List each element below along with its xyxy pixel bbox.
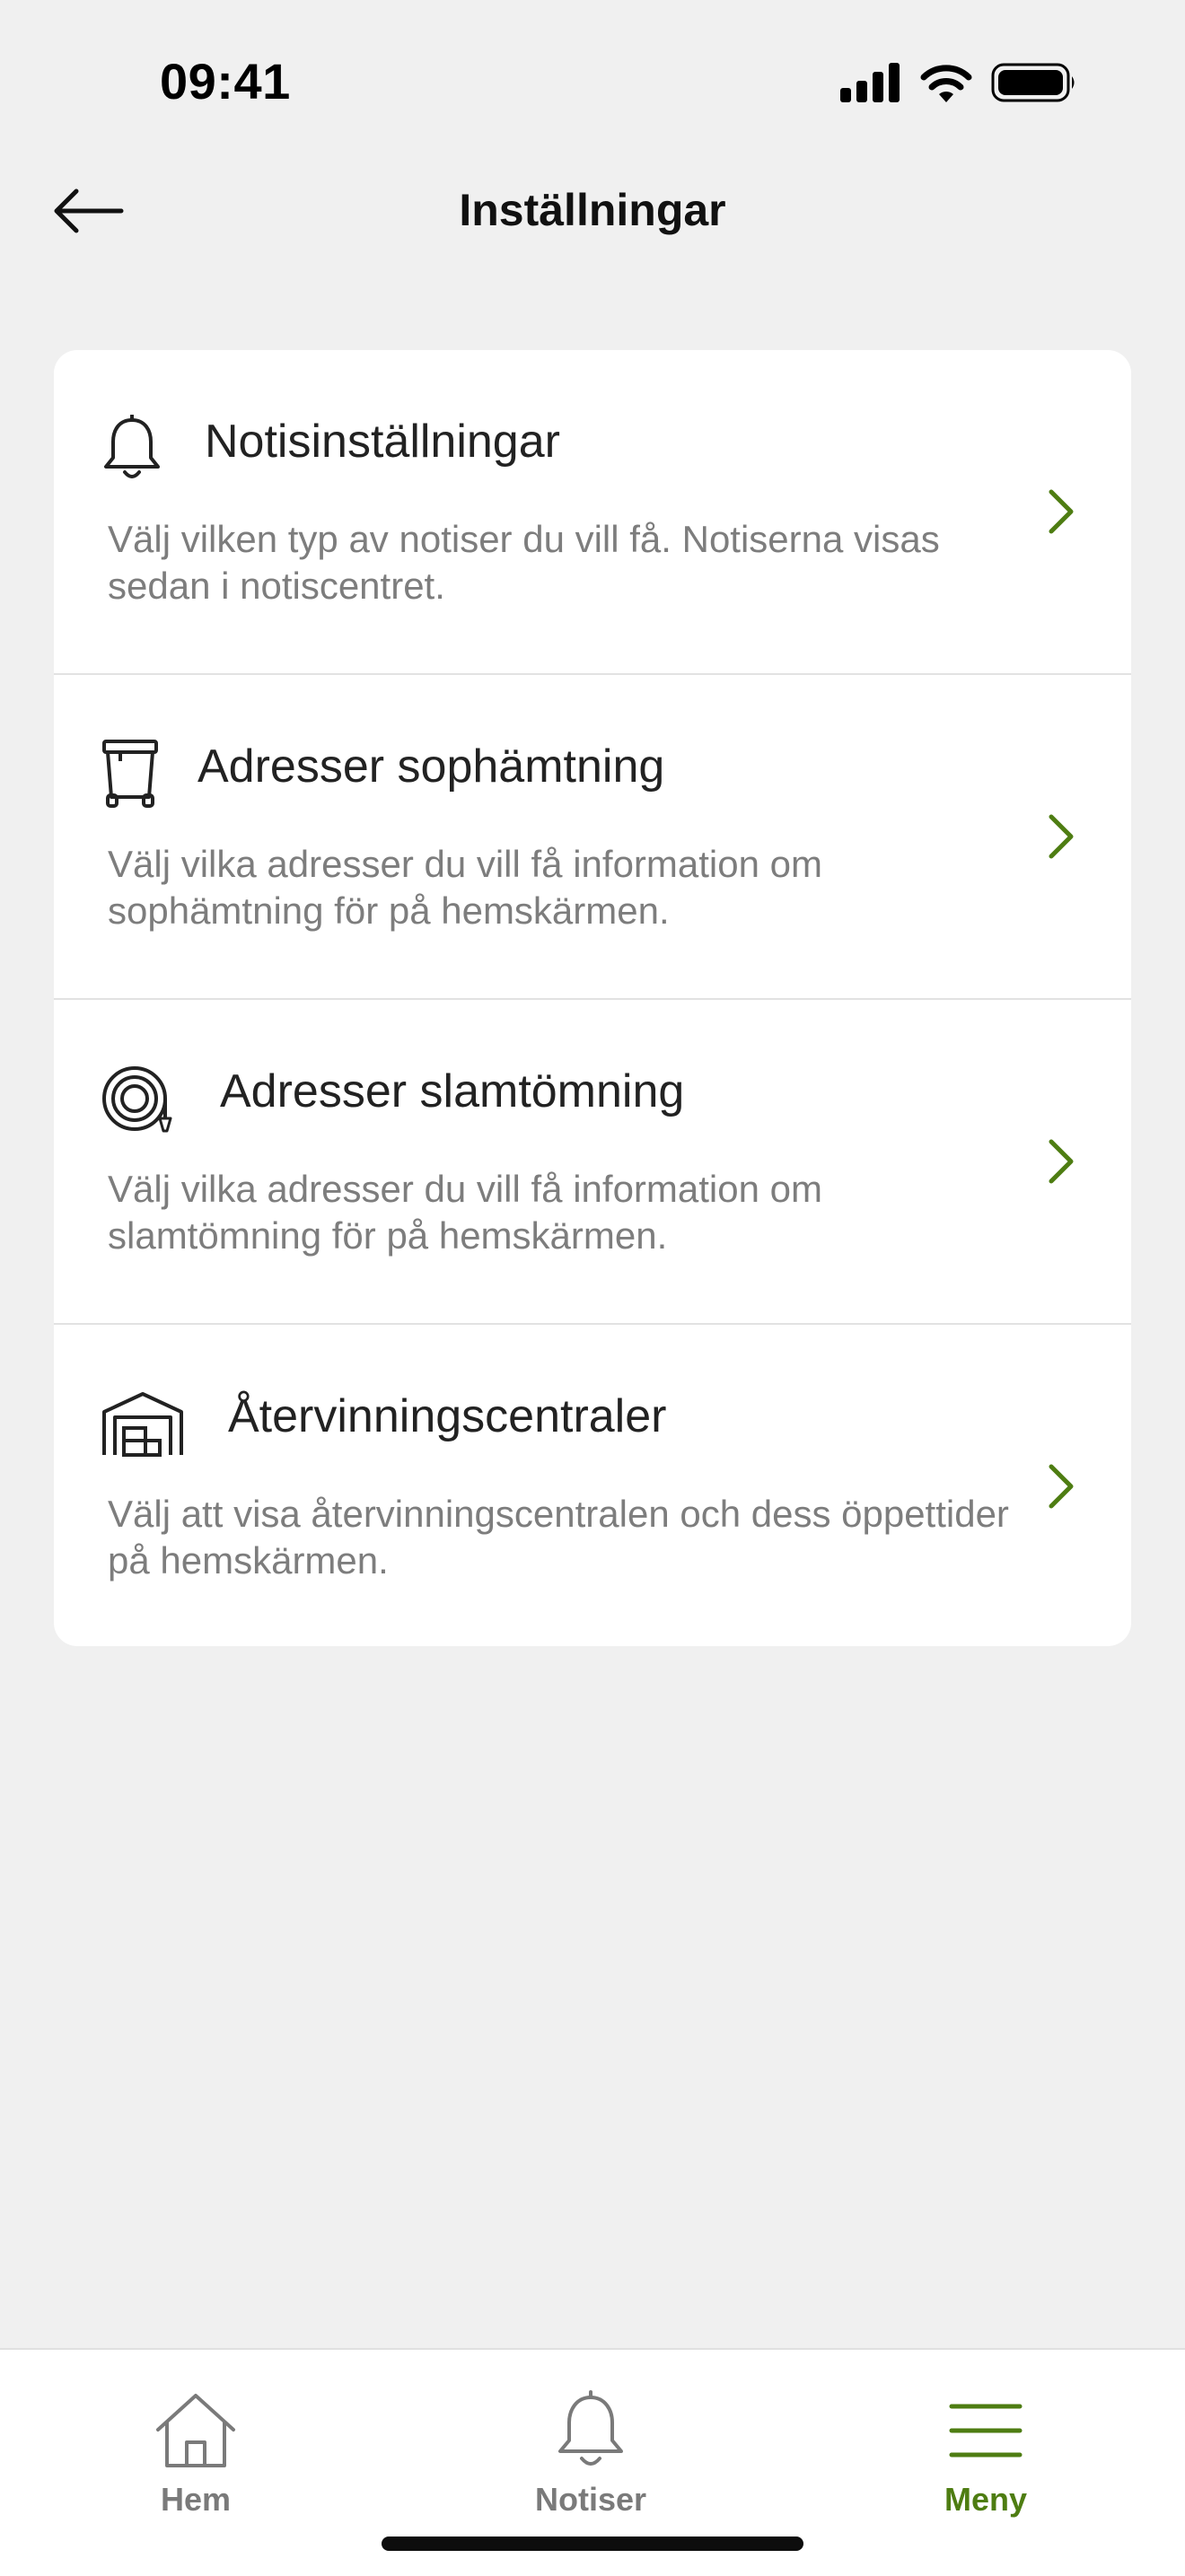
settings-item-recycling-centers[interactable]: Återvinningscentraler Välj att visa åter…	[54, 1325, 1131, 1646]
trash-bin-icon	[101, 733, 190, 814]
settings-item-description: Välj vilka adresser du vill få informati…	[108, 1168, 822, 1257]
bell-icon	[555, 2386, 627, 2475]
settings-item-notifications[interactable]: Notisinställningar Välj vilken typ av no…	[54, 350, 1131, 675]
wifi-icon	[919, 63, 973, 107]
status-bar: 09:41	[0, 0, 1185, 171]
page-title: Inställningar	[459, 185, 726, 235]
chevron-right-icon	[1043, 1459, 1079, 1513]
nav-item-menu[interactable]: Meny	[887, 2386, 1084, 2547]
cellular-signal-icon	[840, 63, 901, 107]
chevron-right-icon	[1043, 1135, 1079, 1188]
settings-item-title: Adresser slamtömning	[220, 1065, 685, 1117]
settings-item-description: Välj vilka adresser du vill få informati…	[108, 843, 822, 932]
settings-item-description: Välj att visa återvinningscentralen och …	[108, 1493, 1009, 1582]
status-time: 09:41	[160, 53, 291, 110]
menu-icon	[948, 2386, 1023, 2475]
recycling-center-icon	[101, 1383, 190, 1464]
settings-item-title: Återvinningscentraler	[228, 1390, 667, 1442]
home-indicator	[382, 2537, 803, 2551]
header: Inställningar	[0, 162, 1185, 260]
chevron-right-icon	[1043, 485, 1079, 539]
home-icon	[151, 2386, 241, 2475]
settings-item-title: Adresser sophämtning	[198, 740, 665, 793]
nav-item-notifications[interactable]: Notiser	[492, 2386, 689, 2547]
status-icons	[840, 63, 1077, 107]
settings-item-title: Notisinställningar	[205, 416, 560, 468]
nav-label: Meny	[944, 2481, 1028, 2518]
settings-card: Notisinställningar Välj vilken typ av no…	[54, 350, 1131, 1646]
bell-icon	[101, 408, 190, 489]
nav-item-home[interactable]: Hem	[97, 2386, 294, 2547]
hose-reel-icon	[101, 1058, 190, 1139]
settings-item-waste-collection[interactable]: Adresser sophämtning Välj vilka adresser…	[54, 675, 1131, 1000]
nav-label: Hem	[160, 2481, 232, 2518]
chevron-right-icon	[1043, 810, 1079, 863]
nav-label: Notiser	[534, 2481, 647, 2518]
settings-item-sludge-emptying[interactable]: Adresser slamtömning Välj vilka adresser…	[54, 1000, 1131, 1325]
battery-icon	[991, 63, 1077, 107]
settings-item-description: Välj vilken typ av notiser du vill få. N…	[108, 518, 940, 607]
